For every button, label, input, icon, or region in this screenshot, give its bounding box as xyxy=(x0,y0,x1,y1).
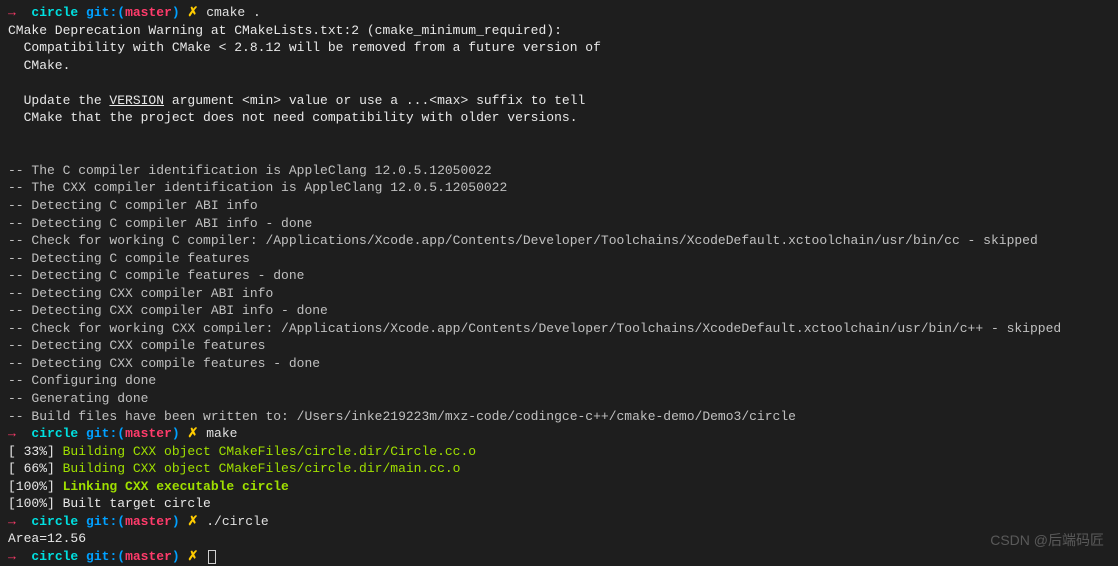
output-link: [100%] Linking CXX executable circle xyxy=(8,478,1110,496)
output-build: [ 33%] Building CXX object CMakeFiles/ci… xyxy=(8,443,1110,461)
prompt-branch: master xyxy=(125,5,172,20)
cmd-make: make xyxy=(206,426,237,441)
output-text: -- The CXX compiler identification is Ap… xyxy=(8,179,1110,197)
prompt-dir: circle xyxy=(31,549,78,564)
prompt-line-run: → circle git:(master) ✗ ./circle xyxy=(8,513,1110,531)
output-text: -- Generating done xyxy=(8,390,1110,408)
prompt-dirty-icon: ✗ xyxy=(188,5,199,20)
output-text: Update the VERSION argument <min> value … xyxy=(8,92,1110,110)
output-text: -- Detecting C compile features - done xyxy=(8,267,1110,285)
prompt-git: git:( xyxy=(86,514,125,529)
prompt-dir: circle xyxy=(31,5,78,20)
output-text: -- Detecting CXX compile features - done xyxy=(8,355,1110,373)
prompt-arrow: → xyxy=(8,549,16,564)
terminal-output[interactable]: → circle git:(master) ✗ cmake . CMake De… xyxy=(8,4,1110,566)
output-blank xyxy=(8,127,1110,145)
output-text: -- Detecting C compiler ABI info - done xyxy=(8,215,1110,233)
output-text: -- Detecting CXX compiler ABI info xyxy=(8,285,1110,303)
prompt-dirty-icon: ✗ xyxy=(188,426,199,441)
output-text: -- Build files have been written to: /Us… xyxy=(8,408,1110,426)
prompt-dir: circle xyxy=(31,426,78,441)
prompt-dirty-icon: ✗ xyxy=(188,549,199,564)
prompt-close: ) xyxy=(172,426,180,441)
version-keyword: VERSION xyxy=(109,93,164,108)
prompt-close: ) xyxy=(172,5,180,20)
output-text: -- Configuring done xyxy=(8,372,1110,390)
prompt-arrow: → xyxy=(8,426,16,441)
output-built: [100%] Built target circle xyxy=(8,495,1110,513)
prompt-close: ) xyxy=(172,549,180,564)
prompt-git: git:( xyxy=(86,549,125,564)
output-blank xyxy=(8,74,1110,92)
prompt-arrow: → xyxy=(8,5,16,20)
prompt-branch: master xyxy=(125,426,172,441)
output-build: [ 66%] Building CXX object CMakeFiles/ci… xyxy=(8,460,1110,478)
prompt-arrow: → xyxy=(8,514,16,529)
output-run: Area=12.56 xyxy=(8,530,1110,548)
prompt-branch: master xyxy=(125,514,172,529)
output-text: CMake. xyxy=(8,57,1110,75)
cursor-icon xyxy=(208,550,216,564)
output-text: -- Check for working C compiler: /Applic… xyxy=(8,232,1110,250)
prompt-branch: master xyxy=(125,549,172,564)
prompt-line-make: → circle git:(master) ✗ make xyxy=(8,425,1110,443)
cmd-cmake: cmake . xyxy=(206,5,261,20)
prompt-dir: circle xyxy=(31,514,78,529)
output-text: -- Detecting C compile features xyxy=(8,250,1110,268)
output-blank xyxy=(8,144,1110,162)
prompt-close: ) xyxy=(172,514,180,529)
prompt-git: git:( xyxy=(86,426,125,441)
cmd-run: ./circle xyxy=(206,514,268,529)
prompt-dirty-icon: ✗ xyxy=(188,514,199,529)
output-text: -- Check for working CXX compiler: /Appl… xyxy=(8,320,1110,338)
output-text: Compatibility with CMake < 2.8.12 will b… xyxy=(8,39,1110,57)
output-text: CMake Deprecation Warning at CMakeLists.… xyxy=(8,22,1110,40)
prompt-git: git:( xyxy=(86,5,125,20)
prompt-line-cmake: → circle git:(master) ✗ cmake . xyxy=(8,4,1110,22)
output-text: -- Detecting C compiler ABI info xyxy=(8,197,1110,215)
output-text: -- The C compiler identification is Appl… xyxy=(8,162,1110,180)
output-text: -- Detecting CXX compile features xyxy=(8,337,1110,355)
prompt-line-active[interactable]: → circle git:(master) ✗ xyxy=(8,548,1110,566)
output-text: CMake that the project does not need com… xyxy=(8,109,1110,127)
output-text: -- Detecting CXX compiler ABI info - don… xyxy=(8,302,1110,320)
